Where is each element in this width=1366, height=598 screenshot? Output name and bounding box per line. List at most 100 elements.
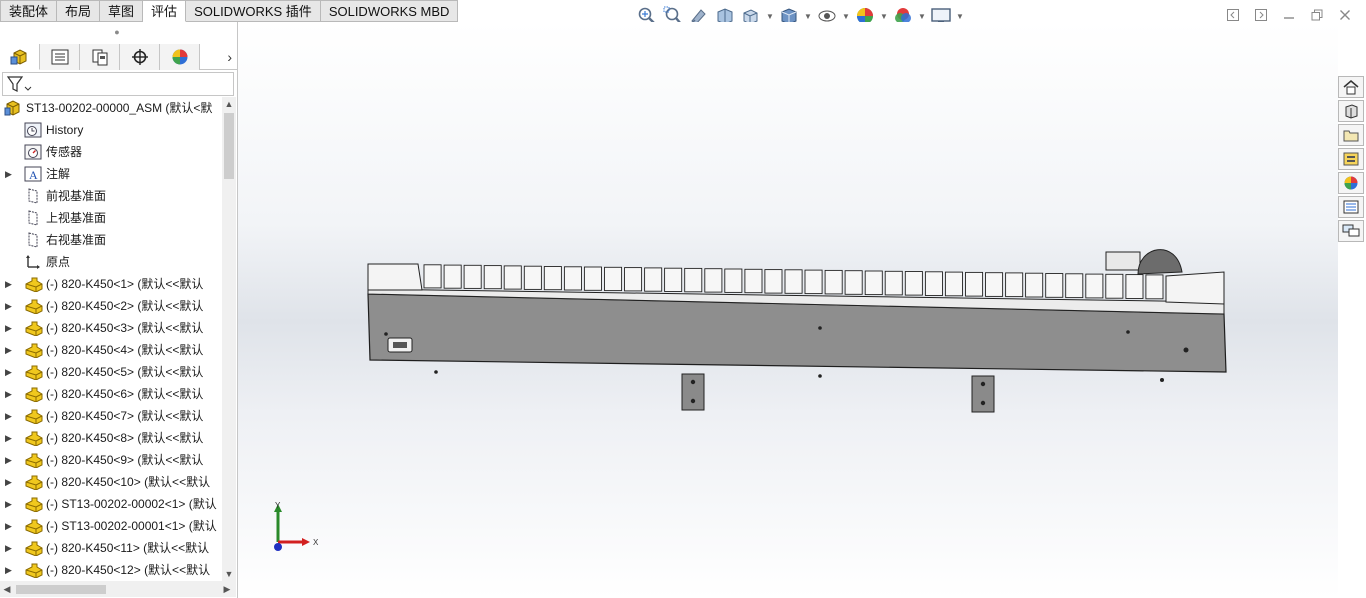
panel-grip-icon[interactable]: ● [112,27,122,37]
expand-arrow-icon[interactable]: ▶ [5,361,15,383]
expand-arrow-icon[interactable]: ▶ [5,515,15,537]
configurationmanager-tab-icon[interactable] [80,44,120,70]
tab-assembly[interactable]: 装配体 [0,0,58,22]
appearance-dropdown-icon[interactable]: ▼ [880,12,888,21]
tree-item-11[interactable]: ▶ (-) 820-K450<4> (默认<<默认 [0,339,222,361]
tile-left-icon[interactable] [1226,8,1240,22]
tree-item-20[interactable]: ▶ (-) 820-K450<11> (默认<<默认 [0,537,222,559]
display-style-dropdown-icon[interactable]: ▼ [804,12,812,21]
restore-icon[interactable] [1310,8,1324,22]
conveyor-slat [764,269,783,294]
tree-item-label: 前视基准面 [46,189,107,203]
triad-y-label: Y [275,501,281,510]
expand-arrow-icon[interactable]: ▶ [5,537,15,559]
conveyor-slat [1085,273,1104,299]
tree-item-21[interactable]: ▶ (-) 820-K450<12> (默认<<默认 [0,559,222,581]
expand-arrow-icon[interactable]: ▶ [5,559,15,581]
tree-item-label: (-) 820-K450<9> (默认<<默认 [46,453,204,467]
home-icon[interactable] [1338,76,1364,98]
origin-icon [24,254,42,270]
feature-tree: ST13-00202-00000_ASM (默认<默 History 传感器 ▶ A 注解… [0,97,222,581]
expand-arrow-icon[interactable]: ▶ [5,493,15,515]
tree-item-7[interactable]: 原点 [0,251,222,273]
design-library-icon[interactable] [1338,100,1364,122]
view-settings-dropdown-icon[interactable]: ▼ [956,12,964,21]
scroll-left-icon[interactable]: ◀ [0,581,14,597]
expand-arrow-icon[interactable]: ▶ [5,273,15,295]
featuremanager-tab-icon[interactable] [0,44,40,70]
conveyor-slat [1105,273,1124,299]
expand-arrow-icon[interactable]: ▶ [5,405,15,427]
part-icon [24,430,43,447]
tree-item-10[interactable]: ▶ (-) 820-K450<3> (默认<<默认 [0,317,222,339]
plane-icon [24,232,42,248]
tree-item-label: (-) 820-K450<3> (默认<<默认 [46,321,204,335]
tree-item-18[interactable]: ▶ (-) ST13-00202-00002<1> (默认 [0,493,222,515]
scroll-down-icon[interactable]: ▼ [222,567,236,581]
tab-evaluate[interactable]: 评估 [143,0,187,22]
tree-item-1[interactable]: History [0,119,222,141]
tree-horizontal-scrollbar[interactable]: ◀ ▶ [0,581,236,597]
tree-item-14[interactable]: ▶ (-) 820-K450<7> (默认<<默认 [0,405,222,427]
expand-arrow-icon[interactable]: ▶ [5,427,15,449]
expand-arrow-icon[interactable]: ▶ [5,449,15,471]
tree-item-12[interactable]: ▶ (-) 820-K450<5> (默认<<默认 [0,361,222,383]
expand-arrow-icon[interactable]: ▶ [5,339,15,361]
expand-arrow-icon[interactable]: ▶ [5,383,15,405]
minimize-icon[interactable] [1282,8,1296,22]
tree-vertical-scrollbar[interactable]: ▲ ▼ [222,97,236,581]
filter-icon[interactable] [6,75,32,93]
view-palette-icon[interactable] [1338,148,1364,170]
view-orientation-dropdown-icon[interactable]: ▼ [766,12,774,21]
tree-item-13[interactable]: ▶ (-) 820-K450<6> (默认<<默认 [0,383,222,405]
scroll-up-icon[interactable]: ▲ [222,97,236,111]
close-icon[interactable] [1338,8,1352,22]
tree-item-2[interactable]: 传感器 [0,141,222,163]
h-scroll-thumb[interactable] [16,585,106,594]
scene-dropdown-icon[interactable]: ▼ [918,12,926,21]
custom-properties-icon[interactable] [1338,196,1364,218]
hide-show-dropdown-icon[interactable]: ▼ [842,12,850,21]
conveyor-slat [1005,272,1024,298]
tab-layout[interactable]: 布局 [57,0,101,22]
tree-item-17[interactable]: ▶ (-) 820-K450<10> (默认<<默认 [0,471,222,493]
expand-arrow-icon[interactable]: ▶ [5,163,15,185]
file-explorer-icon[interactable] [1338,124,1364,146]
tree-item-root-assembly[interactable]: ST13-00202-00000_ASM (默认<默 [0,97,222,119]
appearances-icon[interactable] [1338,172,1364,194]
forum-icon[interactable] [1338,220,1364,242]
tree-item-16[interactable]: ▶ (-) 820-K450<9> (默认<<默认 [0,449,222,471]
expand-arrow-icon[interactable]: ▶ [5,295,15,317]
tree-item-8[interactable]: ▶ (-) 820-K450<1> (默认<<默认 [0,273,222,295]
scroll-thumb[interactable] [224,113,234,179]
part-icon [24,386,43,403]
tree-item-19[interactable]: ▶ (-) ST13-00202-00001<1> (默认 [0,515,222,537]
feature-manager-panel: ● › ST13-00202-00000_ASM (默认<默 History 传… [0,22,238,598]
more-tabs-chevron-icon[interactable]: › [200,44,238,70]
tree-filter-field[interactable] [2,72,234,96]
tab-sketch[interactable]: 草图 [100,0,144,22]
dimxpert-tab-icon[interactable] [120,44,160,70]
plane-icon [24,210,42,226]
tree-item-9[interactable]: ▶ (-) 820-K450<2> (默认<<默认 [0,295,222,317]
display-manager-tab-icon[interactable] [160,44,200,70]
tree-item-3[interactable]: ▶ A 注解 [0,163,222,185]
tile-right-icon[interactable] [1254,8,1268,22]
conveyor-slat [1025,272,1044,298]
tree-item-4[interactable]: 前视基准面 [0,185,222,207]
conveyor-assembly-model[interactable] [366,242,1246,422]
conveyor-slat [844,270,863,295]
part-icon [24,452,43,469]
expand-arrow-icon[interactable]: ▶ [5,471,15,493]
tab-solidworks-addins[interactable]: SOLIDWORKS 插件 [186,0,321,22]
part-icon [24,562,43,579]
tree-item-6[interactable]: 右视基准面 [0,229,222,251]
tab-solidworks-mbd[interactable]: SOLIDWORKS MBD [320,0,459,22]
scroll-right-icon[interactable]: ▶ [220,581,234,597]
propertymanager-tab-icon[interactable] [40,44,80,70]
tree-item-15[interactable]: ▶ (-) 820-K450<8> (默认<<默认 [0,427,222,449]
graphics-area[interactable]: Y X [238,22,1338,598]
expand-arrow-icon[interactable]: ▶ [5,317,15,339]
tree-item-5[interactable]: 上视基准面 [0,207,222,229]
conveyor-slat [543,266,562,291]
